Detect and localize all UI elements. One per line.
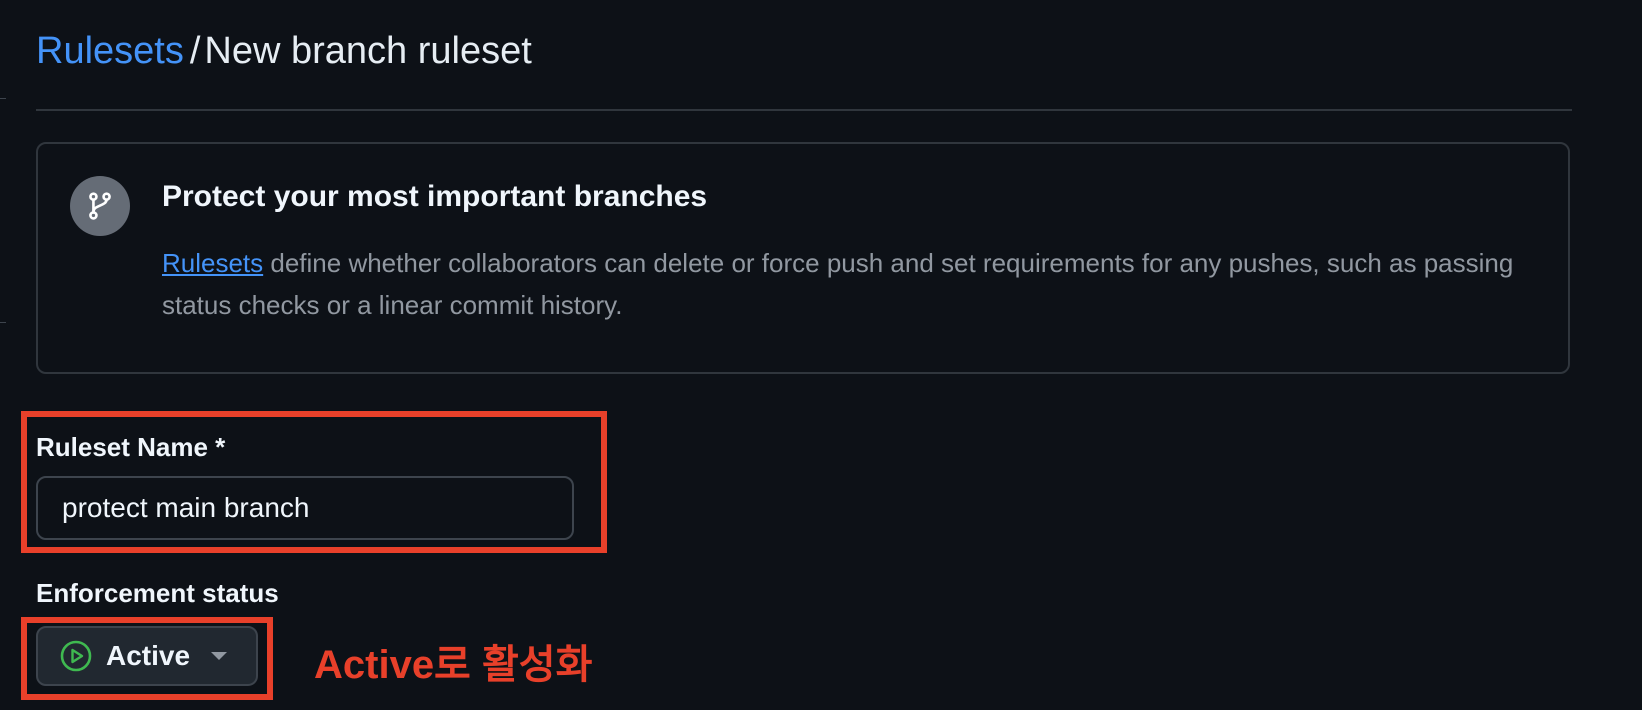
ruleset-name-label: Ruleset Name * xyxy=(36,432,226,462)
git-branch-icon xyxy=(70,176,130,236)
play-circle-icon xyxy=(60,640,92,672)
intro-description: Rulesets define whether collaborators ca… xyxy=(162,242,1542,326)
enforcement-status-value: Active xyxy=(106,640,191,671)
intro-description-text: define whether collaborators can delete … xyxy=(162,248,1514,320)
page-title: New branch ruleset xyxy=(204,30,532,72)
intro-title: Protect your most important branches xyxy=(162,180,708,213)
breadcrumb: Rulesets / New branch ruleset xyxy=(36,26,532,76)
enforcement-status-dropdown[interactable]: Active xyxy=(36,626,258,686)
ruleset-name-input[interactable] xyxy=(36,476,574,540)
header-divider xyxy=(36,109,1572,111)
caret-down-icon xyxy=(210,651,228,661)
breadcrumb-rulesets-link[interactable]: Rulesets xyxy=(36,30,184,72)
edge-tick xyxy=(0,322,6,323)
annotation-label: Active로 활성화 xyxy=(314,643,593,687)
intro-callout: Protect your most important branches Rul… xyxy=(36,142,1570,374)
breadcrumb-separator: / xyxy=(189,30,201,72)
edge-tick xyxy=(0,98,6,99)
enforcement-status-label: Enforcement status xyxy=(36,578,279,608)
rulesets-docs-link[interactable]: Rulesets xyxy=(162,248,263,278)
